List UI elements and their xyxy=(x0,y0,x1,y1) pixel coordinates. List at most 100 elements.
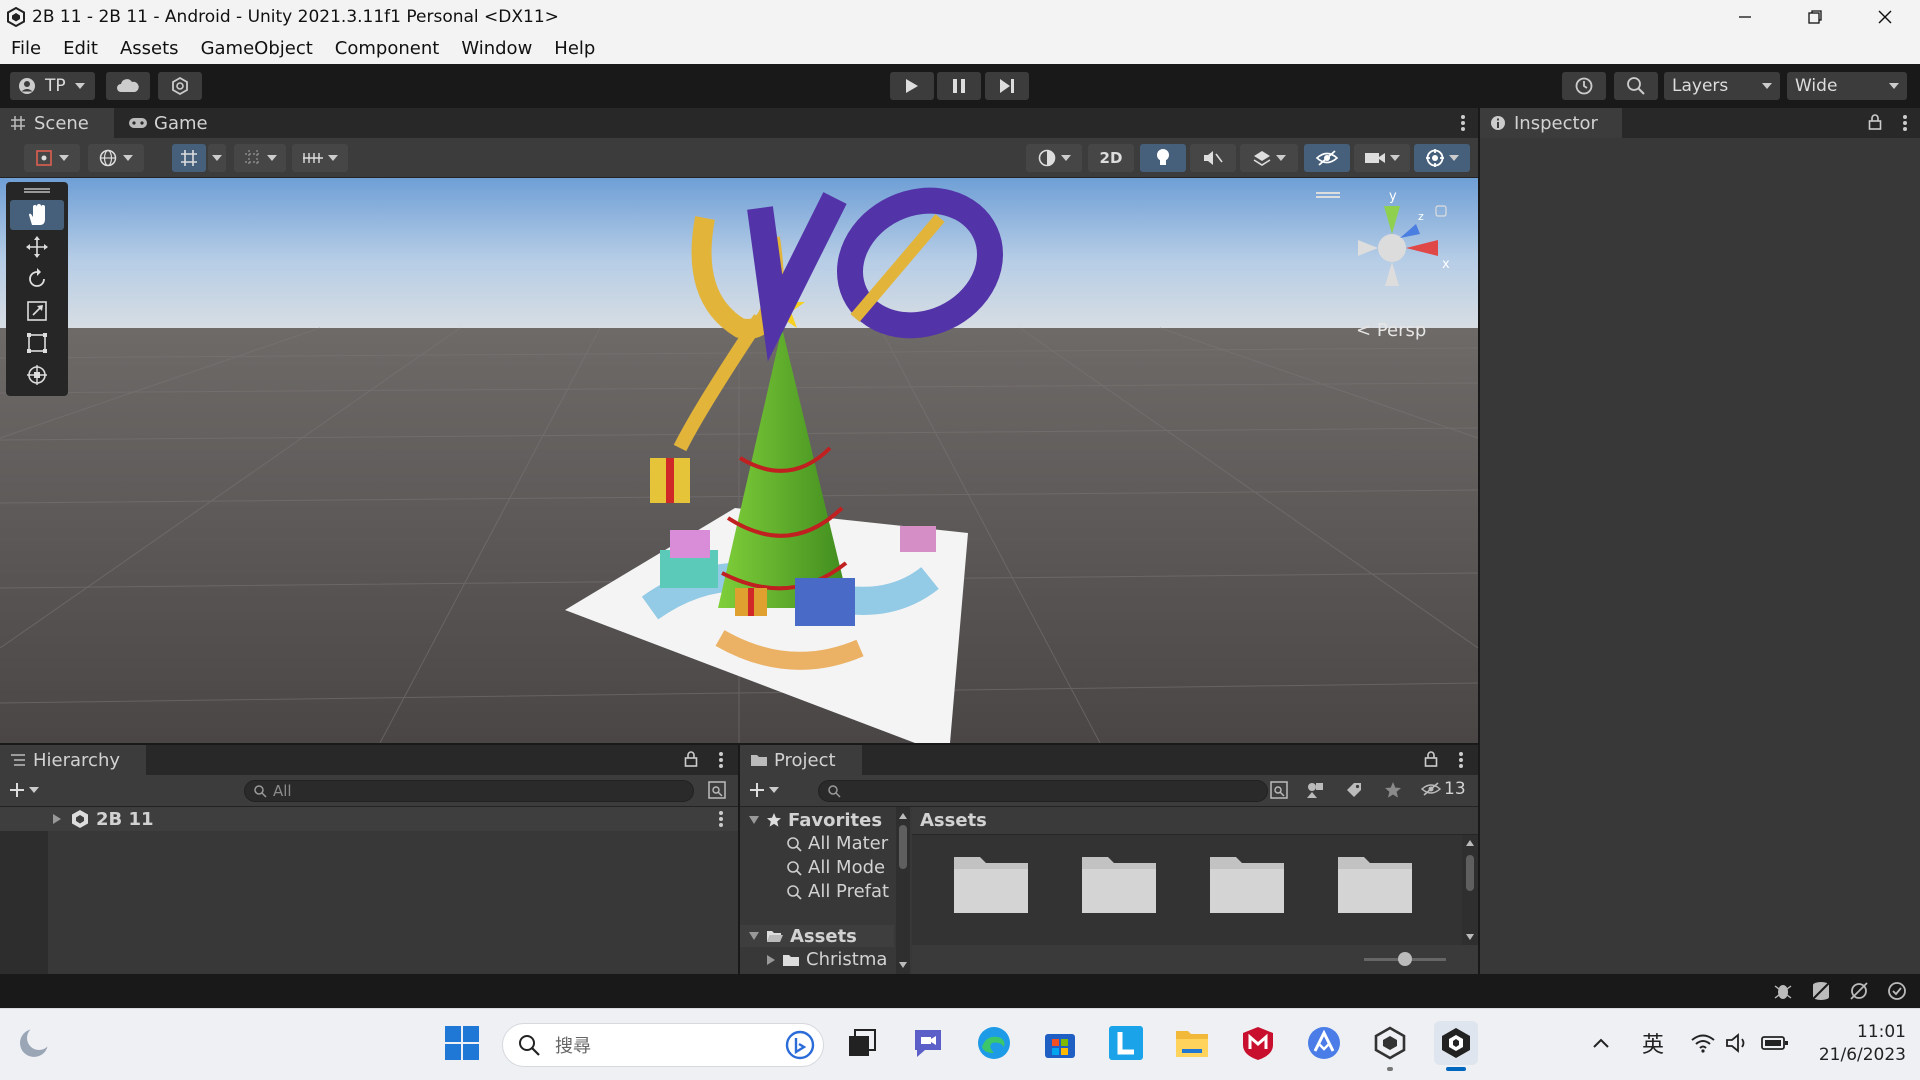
pause-button[interactable] xyxy=(937,72,981,100)
grid-snapping-toggle[interactable] xyxy=(172,144,206,172)
favorites-row[interactable]: Favorites xyxy=(740,809,910,831)
step-button[interactable] xyxy=(985,72,1029,100)
create-dropdown[interactable] xyxy=(8,781,39,799)
tab-project[interactable]: Project xyxy=(740,745,862,775)
filter-by-label-button[interactable] xyxy=(1345,781,1363,803)
save-search-button[interactable] xyxy=(1384,781,1402,803)
store-button[interactable] xyxy=(1038,1021,1082,1065)
tab-inspector[interactable]: Inspector xyxy=(1480,108,1622,138)
check-circle-icon[interactable] xyxy=(1886,980,1908,1002)
wifi-status[interactable] xyxy=(1688,1021,1718,1065)
restore-button[interactable] xyxy=(1780,0,1850,34)
search-button[interactable] xyxy=(1614,72,1658,100)
thumbnail-size-slider-knob[interactable] xyxy=(1398,952,1412,966)
favorite-item-materials[interactable]: All Mater xyxy=(786,833,888,854)
play-button[interactable] xyxy=(890,72,934,100)
edge-button[interactable] xyxy=(972,1021,1016,1065)
minimize-button[interactable] xyxy=(1710,0,1780,34)
filter-by-type-button[interactable] xyxy=(1306,781,1326,803)
project-lock-button[interactable] xyxy=(1424,751,1438,771)
scene-panel-menu-button[interactable] xyxy=(1460,114,1466,136)
expand-arrow-icon[interactable] xyxy=(52,813,62,825)
project-menu-button[interactable] xyxy=(1458,751,1464,773)
folder-item-christmas[interactable]: Christma xyxy=(766,949,887,970)
folder-thumbnail[interactable] xyxy=(1336,851,1416,915)
kebab-menu-icon[interactable] xyxy=(718,810,724,828)
collapse-arrow-icon[interactable] xyxy=(748,931,760,941)
project-search-input[interactable] xyxy=(818,780,1268,802)
cloud-button[interactable] xyxy=(106,72,150,100)
folder-thumbnail[interactable] xyxy=(1080,851,1160,915)
inspector-menu-button[interactable] xyxy=(1902,114,1908,136)
volume-status[interactable] xyxy=(1722,1021,1752,1065)
project-create-dropdown[interactable] xyxy=(748,781,779,799)
cache-server-icon[interactable] xyxy=(1810,980,1832,1002)
projection-label[interactable]: < Persp xyxy=(1356,320,1426,341)
collapse-arrow-icon[interactable] xyxy=(748,815,760,825)
scroll-up-icon[interactable] xyxy=(1462,838,1478,848)
audio-toggle[interactable] xyxy=(1190,144,1236,172)
assets-scrollbar[interactable] xyxy=(1462,835,1478,945)
collab-button[interactable] xyxy=(158,72,202,100)
file-explorer-button[interactable] xyxy=(1170,1021,1214,1065)
start-button[interactable] xyxy=(440,1021,484,1065)
scene-visibility-toggle[interactable] xyxy=(1304,144,1350,172)
menu-gameobject[interactable]: GameObject xyxy=(190,34,324,64)
global-local-dropdown[interactable] xyxy=(88,144,144,172)
system-clock[interactable]: 11:01 21/6/2023 xyxy=(1806,1021,1906,1069)
expand-arrow-icon[interactable] xyxy=(766,954,776,966)
tab-scene[interactable]: Scene xyxy=(0,108,114,138)
lens-app-button[interactable] xyxy=(1104,1021,1148,1065)
hierarchy-lock-button[interactable] xyxy=(684,751,698,771)
ime-indicator[interactable]: 英 xyxy=(1636,1021,1670,1065)
menu-window[interactable]: Window xyxy=(450,34,543,64)
scene-viewport[interactable]: y x z < Persp xyxy=(0,178,1478,743)
teams-chat-button[interactable] xyxy=(906,1021,950,1065)
inspector-lock-button[interactable] xyxy=(1868,114,1882,134)
folder-thumbnail[interactable] xyxy=(1208,851,1288,915)
taskbar-search-box[interactable]: 搜尋 xyxy=(502,1023,824,1067)
hidden-packages-toggle[interactable]: 13 xyxy=(1420,779,1466,799)
task-view-button[interactable] xyxy=(840,1021,884,1065)
tree-scrollbar[interactable] xyxy=(896,807,910,974)
increment-snap-dropdown[interactable] xyxy=(234,144,286,172)
grid-visibility-dropdown[interactable] xyxy=(292,144,348,172)
menu-edit[interactable]: Edit xyxy=(52,34,109,64)
breadcrumb-assets[interactable]: Assets xyxy=(920,810,987,831)
lighting-toggle[interactable] xyxy=(1140,144,1186,172)
tab-game[interactable]: Game xyxy=(118,108,228,138)
menu-file[interactable]: File xyxy=(0,34,52,64)
hierarchy-menu-button[interactable] xyxy=(718,751,724,773)
scroll-up-icon[interactable] xyxy=(896,811,910,821)
account-dropdown[interactable]: TP xyxy=(10,72,95,100)
drag-handle-icon[interactable] xyxy=(24,188,50,193)
layout-dropdown[interactable]: Wide xyxy=(1787,72,1907,100)
scale-tool-button[interactable] xyxy=(10,296,64,326)
debug-off-icon[interactable] xyxy=(1772,980,1794,1002)
unity-editor-button[interactable] xyxy=(1434,1021,1478,1071)
gizmos-dropdown[interactable] xyxy=(1414,144,1470,172)
tool-handle-dropdown[interactable] xyxy=(24,144,80,172)
show-hidden-icons-button[interactable] xyxy=(1586,1021,1616,1065)
mcafee-button[interactable] xyxy=(1236,1021,1280,1065)
draw-mode-dropdown[interactable] xyxy=(1026,144,1082,172)
rect-tool-button[interactable] xyxy=(10,328,64,358)
battery-status[interactable] xyxy=(1758,1021,1792,1065)
grid-snapping-dropdown[interactable] xyxy=(208,144,226,172)
menu-component[interactable]: Component xyxy=(324,34,451,64)
favorite-item-prefabs[interactable]: All Prefat xyxy=(786,881,889,902)
favorite-item-models[interactable]: All Mode xyxy=(786,857,885,878)
menu-help[interactable]: Help xyxy=(543,34,606,64)
scroll-down-icon[interactable] xyxy=(896,960,910,970)
weather-widget[interactable] xyxy=(12,1021,56,1065)
tab-hierarchy[interactable]: Hierarchy xyxy=(0,745,146,775)
sketch-app-button[interactable] xyxy=(1302,1021,1346,1065)
search-by-type-button[interactable] xyxy=(708,781,726,803)
tree-scroll-thumb[interactable] xyxy=(899,825,907,869)
transform-tool-button[interactable] xyxy=(10,360,64,390)
auto-generate-lighting-icon[interactable] xyxy=(1848,980,1870,1002)
effects-dropdown[interactable] xyxy=(1240,144,1298,172)
folder-thumbnail[interactable] xyxy=(952,851,1032,915)
view-tool-button[interactable] xyxy=(10,200,64,230)
scroll-down-icon[interactable] xyxy=(1462,932,1478,942)
